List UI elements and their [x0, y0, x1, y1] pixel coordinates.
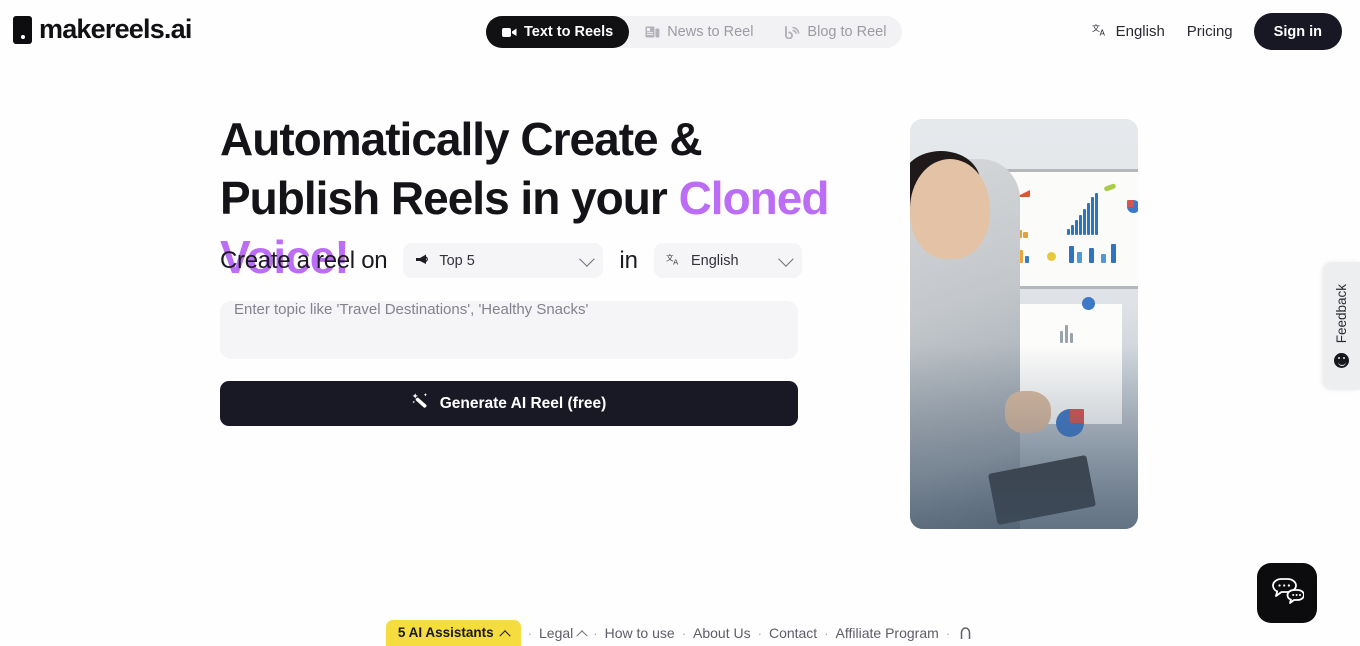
- hero-title-main: Automatically Create & Publish Reels in …: [220, 113, 703, 224]
- topic-type-select[interactable]: Top 5: [403, 243, 604, 278]
- mode-tabs: Text to Reels News to Reel Blog to Reel: [486, 16, 903, 48]
- footer-link-contact[interactable]: Contact: [769, 625, 817, 641]
- site-footer: 5 AI Assistants · Legal · How to use · A…: [0, 620, 1360, 646]
- chat-bubbles-icon: [1270, 576, 1305, 611]
- create-reel-label: Create a reel on: [220, 246, 388, 274]
- generate-reel-label: Generate AI Reel (free): [439, 394, 607, 412]
- generate-reel-button[interactable]: Generate AI Reel (free): [220, 381, 798, 426]
- chevron-down-icon: [778, 251, 794, 267]
- tab-text-to-reels[interactable]: Text to Reels: [486, 16, 630, 48]
- chevron-up-icon: [499, 629, 511, 641]
- reel-language-select[interactable]: 文A English: [654, 243, 802, 278]
- topic-type-value: Top 5: [439, 252, 475, 269]
- page-root: makereels.ai Text to Reels News to Reel …: [0, 0, 1360, 646]
- lock-icon[interactable]: [957, 626, 974, 640]
- in-label: in: [619, 246, 638, 274]
- topic-input[interactable]: [220, 301, 798, 359]
- tab-blog-to-reel[interactable]: Blog to Reel: [769, 16, 902, 48]
- video-camera-icon: [502, 27, 517, 38]
- reel-config-row: Create a reel on Top 5 in 文A English: [220, 243, 802, 278]
- footer-link-about-us[interactable]: About Us: [693, 625, 751, 641]
- logo-mark-icon: [13, 15, 32, 44]
- tab-label: Text to Reels: [524, 24, 614, 40]
- chevron-down-icon: [579, 251, 596, 267]
- logo-text: makereels.ai: [39, 14, 192, 44]
- ai-assistants-label: 5 AI Assistants: [397, 625, 494, 640]
- footer-separator: ·: [824, 625, 829, 641]
- hero-video-preview[interactable]: [910, 119, 1138, 529]
- feedback-tab[interactable]: Feedback: [1323, 262, 1360, 390]
- newspaper-icon: [645, 26, 660, 38]
- tab-label: Blog to Reel: [807, 24, 887, 40]
- footer-separator: ·: [527, 625, 533, 641]
- footer-link-affiliate-program[interactable]: Affiliate Program: [836, 625, 939, 641]
- header-right-group: 文A English Pricing Sign in: [1082, 13, 1342, 50]
- footer-link-legal[interactable]: Legal: [539, 625, 588, 642]
- header-language-switcher[interactable]: 文A English: [1082, 22, 1175, 41]
- smiley-icon: [1334, 353, 1349, 369]
- footer-separator: ·: [681, 625, 687, 641]
- tab-label: News to Reel: [667, 24, 754, 40]
- footer-link-how-to-use[interactable]: How to use: [605, 625, 675, 641]
- ai-assistants-badge[interactable]: 5 AI Assistants: [385, 620, 521, 646]
- footer-separator: ·: [945, 625, 951, 641]
- tab-news-to-reel[interactable]: News to Reel: [629, 16, 769, 48]
- blog-rss-icon: [785, 25, 800, 39]
- brand-logo[interactable]: makereels.ai: [13, 14, 192, 45]
- site-header: makereels.ai Text to Reels News to Reel …: [0, 0, 1360, 64]
- chat-widget-button[interactable]: [1257, 563, 1317, 623]
- sign-in-button[interactable]: Sign in: [1253, 13, 1342, 50]
- feedback-label: Feedback: [1334, 283, 1349, 344]
- megaphone-icon: [415, 253, 430, 269]
- footer-separator: ·: [757, 625, 762, 641]
- translate-icon: 文A: [666, 252, 682, 269]
- video-gradient-overlay: [910, 119, 1138, 529]
- translate-icon: 文A: [1092, 22, 1109, 41]
- footer-link-label: Legal: [539, 625, 574, 641]
- pricing-link[interactable]: Pricing: [1175, 23, 1245, 40]
- reel-language-value: English: [691, 252, 739, 269]
- header-language-label: English: [1115, 23, 1165, 40]
- magic-wand-icon: [412, 392, 431, 416]
- svg-text:A: A: [673, 258, 679, 266]
- svg-text:A: A: [1099, 29, 1105, 38]
- footer-separator: ·: [593, 625, 598, 641]
